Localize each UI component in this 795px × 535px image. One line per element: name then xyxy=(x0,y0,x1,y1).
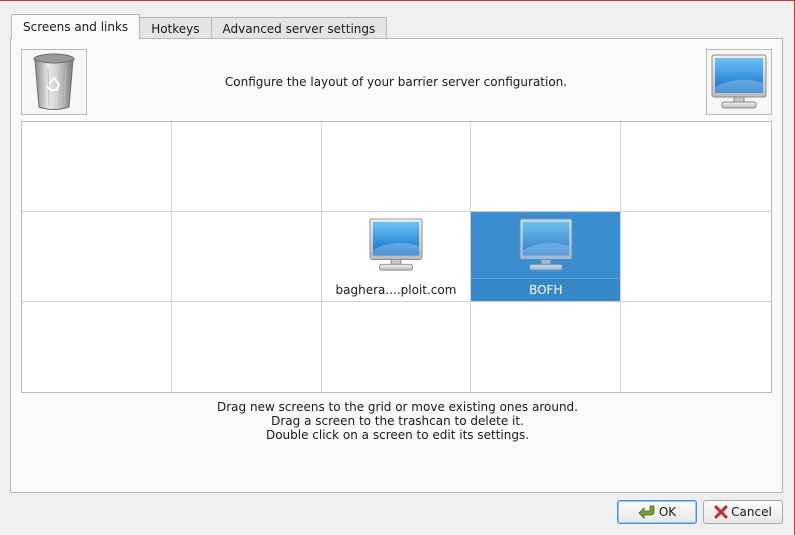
grid-cell[interactable] xyxy=(22,122,172,212)
tab-hotkeys[interactable]: Hotkeys xyxy=(139,17,212,39)
tab-advanced-server-settings[interactable]: Advanced server settings xyxy=(210,17,388,39)
ok-button-label: OK xyxy=(658,505,677,519)
tab-bar: Screens and links Hotkeys Advanced serve… xyxy=(11,14,388,39)
close-icon xyxy=(714,505,728,519)
grid-cell-screen-baghera[interactable]: baghera....ploit.com xyxy=(321,212,472,302)
new-screen-source[interactable] xyxy=(706,49,772,115)
header-description: Configure the layout of your barrier ser… xyxy=(224,75,568,89)
grid-cell[interactable] xyxy=(322,302,472,392)
grid-cell[interactable] xyxy=(22,302,172,392)
grid-cell[interactable] xyxy=(171,212,322,302)
tab-screens-and-links[interactable]: Screens and links xyxy=(11,14,141,39)
grid-cell[interactable] xyxy=(471,122,622,212)
grid-cell[interactable] xyxy=(321,122,472,212)
window-border-top xyxy=(0,0,795,1)
instruction-line: Drag new screens to the grid or move exi… xyxy=(217,400,578,414)
grid-cell[interactable] xyxy=(171,122,322,212)
grid-cell[interactable] xyxy=(22,212,172,302)
instruction-line: Double click on a screen to edit its set… xyxy=(265,428,530,442)
monitor-icon xyxy=(369,218,423,271)
trashcan[interactable] xyxy=(21,49,87,115)
trashcan-icon xyxy=(33,53,75,110)
ok-arrow-icon xyxy=(638,505,655,519)
screens-and-links-panel: Configure the layout of your barrier ser… xyxy=(10,38,783,493)
instruction-line: Drag a screen to the trashcan to delete … xyxy=(271,414,524,428)
grid-cell[interactable] xyxy=(621,212,771,302)
screen-label: BOFH xyxy=(471,278,621,301)
cancel-button-label: Cancel xyxy=(731,505,772,519)
screen-label: baghera....ploit.com xyxy=(335,283,457,297)
grid-cell[interactable] xyxy=(621,302,771,392)
screen-item[interactable]: baghera....ploit.com xyxy=(322,212,471,301)
cancel-button[interactable]: Cancel xyxy=(703,500,783,524)
grid-cell-screen-bofh[interactable]: BOFH xyxy=(471,212,622,302)
ok-button[interactable]: OK xyxy=(617,500,697,524)
grid-cell[interactable] xyxy=(621,122,771,212)
screen-layout-grid[interactable]: baghera....ploit.com BOFH xyxy=(21,121,772,393)
screen-item-selected[interactable]: BOFH xyxy=(471,212,621,301)
monitor-icon xyxy=(711,54,767,109)
instructions: Drag new screens to the grid or move exi… xyxy=(11,400,784,442)
grid-cell[interactable] xyxy=(471,302,622,392)
grid-cell[interactable] xyxy=(172,302,322,392)
monitor-icon xyxy=(519,218,573,271)
